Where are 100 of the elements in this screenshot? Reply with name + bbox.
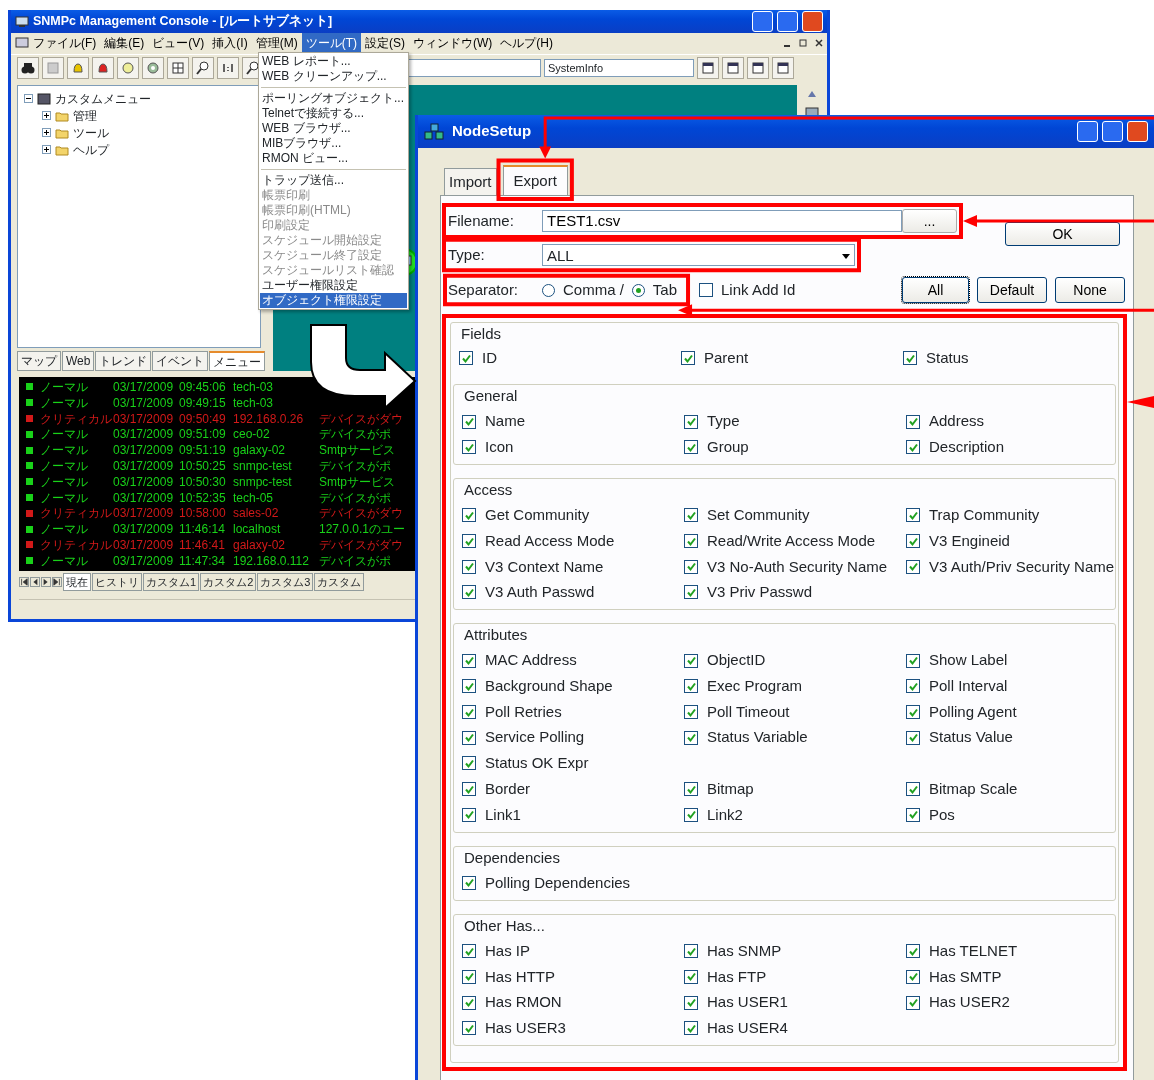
checkbox[interactable]	[906, 559, 920, 574]
menu-item[interactable]: 設定(S)	[361, 33, 409, 54]
minimize-button[interactable]	[752, 10, 773, 32]
previous-icon[interactable]	[30, 577, 40, 587]
checkbox[interactable]	[684, 1021, 698, 1036]
restore-icon[interactable]	[799, 39, 807, 48]
tree-item[interactable]: カスタムメニュー	[55, 89, 151, 108]
checkbox[interactable]	[684, 440, 698, 455]
tab[interactable]: カスタム	[314, 572, 365, 592]
menu-item[interactable]: ウィンドウ(W)	[409, 33, 497, 54]
checkbox[interactable]	[906, 782, 920, 797]
collapse-icon[interactable]	[24, 94, 33, 104]
maximize-button[interactable]	[1102, 121, 1123, 142]
checkbox[interactable]	[462, 414, 476, 429]
toolbar-button[interactable]	[747, 57, 769, 80]
next-icon[interactable]	[41, 577, 51, 587]
tab[interactable]: Web	[62, 351, 95, 371]
checkbox[interactable]	[684, 508, 698, 523]
dropdown-field[interactable]: SystemInfo	[544, 59, 694, 78]
checkbox[interactable]	[462, 875, 476, 890]
tab[interactable]: Export	[502, 164, 568, 195]
menu-item[interactable]: 編集(E)	[100, 33, 149, 54]
checkbox[interactable]	[684, 559, 698, 574]
tab[interactable]: カスタム2	[200, 572, 257, 592]
tab[interactable]: Import	[444, 167, 497, 195]
checkbox[interactable]	[684, 585, 698, 600]
toolbar-button[interactable]	[17, 57, 39, 80]
minimize-button[interactable]	[1077, 121, 1098, 142]
checkbox[interactable]	[462, 807, 476, 822]
checkbox[interactable]	[459, 351, 473, 366]
menu-item[interactable]: WEB レポート...	[260, 54, 407, 69]
toolbar-button[interactable]	[192, 57, 214, 80]
select-button[interactable]: Default	[977, 277, 1047, 303]
menu-item[interactable]: オブジェクト権限設定	[260, 293, 407, 308]
checkbox[interactable]	[906, 995, 920, 1010]
type-dropdown[interactable]: ALL	[542, 244, 855, 266]
checkbox[interactable]	[462, 969, 476, 984]
checkbox[interactable]	[684, 414, 698, 429]
expand-icon[interactable]	[42, 128, 51, 138]
checkbox[interactable]	[906, 414, 920, 429]
expand-icon[interactable]	[42, 111, 51, 121]
checkbox[interactable]	[906, 969, 920, 984]
browse-button[interactable]: ...	[902, 209, 957, 233]
checkbox[interactable]	[462, 559, 476, 574]
menu-item[interactable]: ヘルプ(H)	[496, 33, 557, 54]
tab[interactable]: カスタム3	[257, 572, 314, 592]
checkbox[interactable]	[684, 944, 698, 959]
tab[interactable]: トレンド	[95, 351, 152, 371]
menu-item[interactable]: WEB ブラウザ...	[260, 121, 407, 136]
checkbox[interactable]	[462, 730, 476, 745]
checkbox[interactable]	[906, 730, 920, 745]
menu-item[interactable]: 挿入(I)	[208, 33, 252, 54]
tab[interactable]: マップ	[17, 351, 61, 371]
checkbox[interactable]	[684, 679, 698, 694]
checkbox[interactable]	[462, 782, 476, 797]
checkbox[interactable]	[462, 995, 476, 1010]
checkbox[interactable]	[684, 653, 698, 668]
checkbox-option[interactable]: Link Add Id	[699, 278, 796, 302]
last-page-icon[interactable]	[52, 577, 62, 587]
tab[interactable]: メニュー	[209, 351, 266, 371]
tree-item[interactable]: 管理	[73, 106, 97, 125]
ok-button[interactable]: OK	[1005, 222, 1120, 246]
first-page-icon[interactable]	[19, 577, 29, 587]
menu-item[interactable]: ツール(T)	[301, 33, 361, 54]
select-button[interactable]: None	[1055, 277, 1125, 303]
menu-item[interactable]: Telnetで接続する...	[260, 106, 407, 121]
menu-item[interactable]: RMON ビュー...	[260, 151, 407, 166]
checkbox[interactable]	[906, 807, 920, 822]
checkbox[interactable]	[906, 944, 920, 959]
checkbox[interactable]	[906, 679, 920, 694]
checkbox[interactable]	[906, 534, 920, 549]
toolbar-button[interactable]	[772, 57, 794, 80]
toolbar-button[interactable]	[92, 57, 114, 80]
toolbar-button[interactable]	[697, 57, 719, 80]
close-icon[interactable]	[815, 39, 823, 48]
tab[interactable]: イベント	[152, 351, 209, 371]
toolbar-button[interactable]	[722, 57, 744, 80]
checkbox[interactable]	[684, 705, 698, 720]
filename-field[interactable]: TEST1.csv	[542, 210, 902, 232]
expand-icon[interactable]	[42, 145, 51, 155]
checkbox[interactable]	[684, 995, 698, 1010]
maximize-button[interactable]	[777, 10, 798, 32]
checkbox[interactable]	[684, 969, 698, 984]
checkbox[interactable]	[681, 351, 695, 366]
checkbox[interactable]	[684, 534, 698, 549]
tab[interactable]: 現在	[63, 572, 91, 592]
menu-item[interactable]: トラップ送信...	[260, 173, 407, 188]
checkbox[interactable]	[906, 508, 920, 523]
tab[interactable]: ヒストリ	[92, 572, 142, 592]
checkbox[interactable]	[684, 807, 698, 822]
checkbox[interactable]	[462, 705, 476, 720]
menu-item[interactable]: ポーリングオブジェクト...	[260, 91, 407, 106]
checkbox[interactable]	[906, 653, 920, 668]
checkbox[interactable]	[462, 944, 476, 959]
checkbox[interactable]	[684, 730, 698, 745]
tab[interactable]: カスタム1	[143, 572, 200, 592]
tree-item[interactable]: ツール	[73, 123, 109, 142]
menu-item[interactable]: ファイル(F)	[29, 33, 101, 54]
checkbox[interactable]	[903, 351, 917, 366]
close-button[interactable]	[802, 10, 823, 32]
